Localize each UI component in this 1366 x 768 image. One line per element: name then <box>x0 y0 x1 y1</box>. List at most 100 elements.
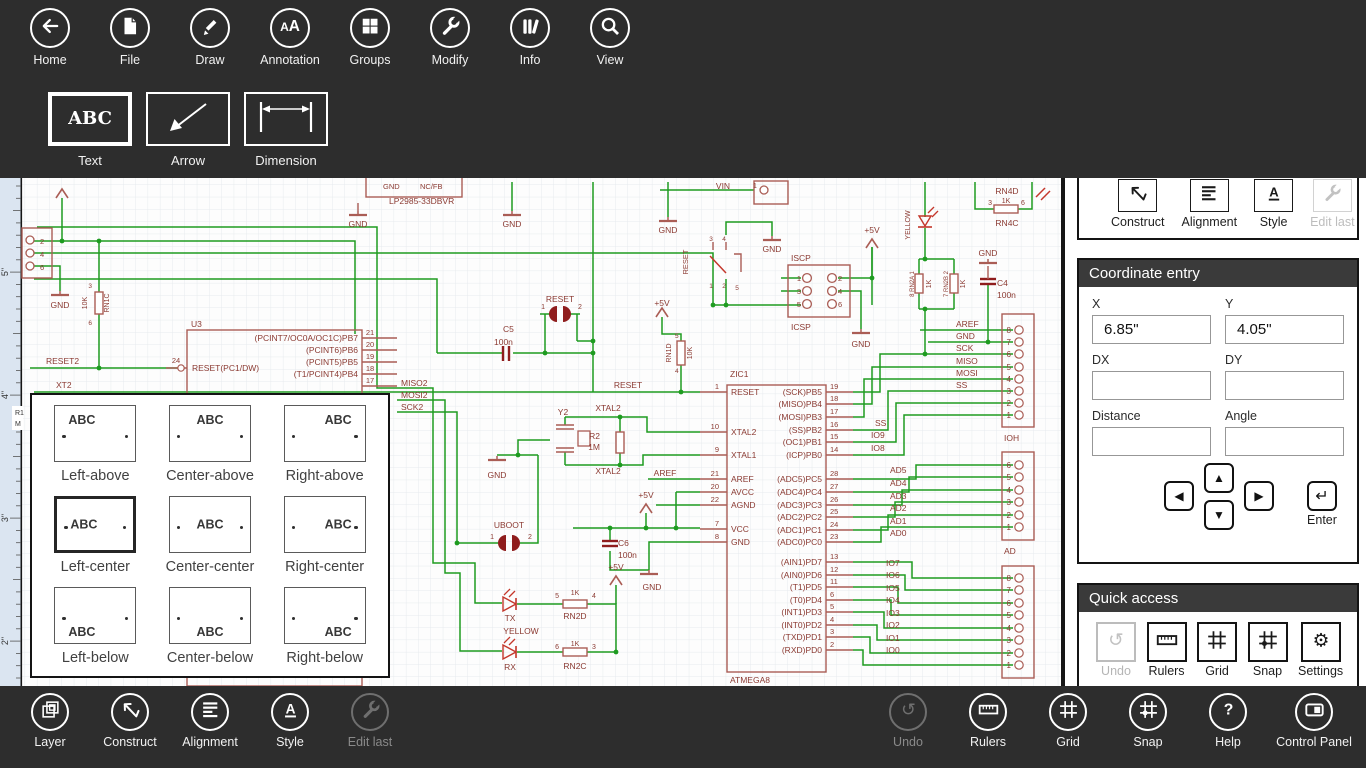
bottombar-help[interactable]: ?Help <box>1188 693 1268 749</box>
app-bar-top: HomeFileDrawAAAnnotationGroupsModifyInfo… <box>0 0 1366 178</box>
y-field-input[interactable] <box>1225 315 1344 344</box>
svg-text:(PCINT7/OC0A/OC1C)PB7: (PCINT7/OC0A/OC1C)PB7 <box>255 333 359 343</box>
svg-text:8 RN2A 1: 8 RN2A 1 <box>910 270 916 296</box>
nudge-up-button[interactable]: ▲ <box>1204 463 1234 493</box>
svg-text:R1: R1 <box>15 410 24 417</box>
svg-text:(ADC1)PC1: (ADC1)PC1 <box>777 525 822 535</box>
tab-info[interactable]: Info <box>490 8 570 67</box>
x-field-input[interactable] <box>1092 315 1211 344</box>
tool-dimension[interactable]: Dimension <box>244 92 328 168</box>
svg-text:AREF: AREF <box>731 474 754 484</box>
align-option-label: Center-above <box>166 468 254 484</box>
tool-arrow[interactable]: Arrow <box>146 92 230 168</box>
svg-text:+5V: +5V <box>638 490 654 500</box>
abc-sample: ABC <box>170 625 250 639</box>
anchor-dot <box>62 617 65 620</box>
align-option-left-center[interactable]: ABCLeft-center <box>38 490 153 581</box>
tab-file[interactable]: File <box>90 8 170 67</box>
nudge-down-button[interactable]: ▼ <box>1204 500 1234 530</box>
svg-text:RN1D: RN1D <box>666 343 673 362</box>
tool-text[interactable]: ABCText <box>48 92 132 168</box>
tab-groups[interactable]: Groups <box>330 8 410 67</box>
svg-text:ICSP: ICSP <box>791 322 811 332</box>
align-option-center-center[interactable]: ABCCenter-center <box>153 490 268 581</box>
abc-sample: ABC <box>57 517 133 531</box>
tab-draw[interactable]: Draw <box>170 8 250 67</box>
enter-button-label: Enter <box>1296 513 1348 527</box>
svg-text:5: 5 <box>675 333 679 340</box>
svg-text:1K: 1K <box>571 641 580 648</box>
align-option-center-above[interactable]: ABCCenter-above <box>153 399 268 490</box>
align-option-label: Right-center <box>285 559 364 575</box>
undo-icon: ↺ <box>898 699 919 725</box>
align-option-left-above[interactable]: ABCLeft-above <box>38 399 153 490</box>
svg-text:7: 7 <box>1007 338 1012 347</box>
svg-text:20: 20 <box>711 482 719 491</box>
bottombar-rulers[interactable]: Rulers <box>948 693 1028 749</box>
tab-annotation[interactable]: AAAnnotation <box>250 8 330 67</box>
bottombar-grid[interactable]: Grid <box>1028 693 1108 749</box>
dy-field-input[interactable] <box>1225 371 1344 400</box>
nudge-left-button[interactable]: ◀ <box>1164 481 1194 511</box>
schematic-canvas[interactable]: 5"4"3"2"87654321IOH654321AD876543211RESE… <box>0 178 1065 686</box>
svg-text:IO8: IO8 <box>871 443 885 453</box>
quick-grid[interactable]: Grid <box>1197 622 1237 678</box>
angle-field-input[interactable] <box>1225 427 1344 456</box>
bottombar-control-panel[interactable]: Control Panel <box>1268 693 1360 749</box>
anchor-dot <box>177 435 180 438</box>
align-option-label: Left-above <box>61 468 130 484</box>
tab-view[interactable]: View <box>570 8 650 67</box>
svg-text:GND: GND <box>852 339 871 349</box>
align-option-center-below[interactable]: ABCCenter-below <box>153 581 268 672</box>
dx-field-input[interactable] <box>1092 371 1211 400</box>
align-option-left-below[interactable]: ABCLeft-below <box>38 581 153 672</box>
svg-text:1M: 1M <box>588 442 600 452</box>
align-option-right-center[interactable]: ABCRight-center <box>267 490 382 581</box>
svg-text:IO3: IO3 <box>886 608 900 618</box>
side-tool-construct[interactable]: Construct <box>1111 178 1165 238</box>
bottombar-style[interactable]: AStyle <box>250 693 330 749</box>
align-option-right-above[interactable]: ABCRight-above <box>267 399 382 490</box>
side-tool-style[interactable]: AStyle <box>1254 178 1293 238</box>
bottombar-construct[interactable]: Construct <box>90 693 170 749</box>
svg-text:GND: GND <box>643 582 662 592</box>
svg-text:AD4: AD4 <box>890 478 907 488</box>
svg-text:XTAL2: XTAL2 <box>731 427 757 437</box>
svg-text:AD5: AD5 <box>890 465 907 475</box>
nudge-right-button[interactable]: ▶ <box>1244 481 1274 511</box>
layer-icon <box>40 699 61 725</box>
dimension-tool-icon <box>255 98 317 141</box>
home-icon <box>39 15 61 42</box>
svg-text:U3: U3 <box>191 319 202 329</box>
construct-icon <box>1128 183 1148 208</box>
svg-text:15: 15 <box>830 432 838 441</box>
svg-text:27: 27 <box>830 482 838 491</box>
svg-text:3: 3 <box>988 200 992 207</box>
abc-sample: ABC <box>170 517 250 531</box>
style-icon: A <box>280 699 301 725</box>
svg-text:(PCINT5)PB5: (PCINT5)PB5 <box>306 357 358 367</box>
bottombar-alignment[interactable]: Alignment <box>170 693 250 749</box>
svg-text:5: 5 <box>1007 473 1012 482</box>
quick-snap[interactable]: Snap <box>1248 622 1288 678</box>
svg-text:AA: AA <box>280 17 300 34</box>
svg-text:1K: 1K <box>960 279 967 288</box>
svg-text:RN4D: RN4D <box>995 186 1018 196</box>
bottombar-layer[interactable]: Layer <box>10 693 90 749</box>
quick-settings[interactable]: ⚙Settings <box>1298 622 1343 678</box>
side-tool-alignment[interactable]: Alignment <box>1182 178 1238 238</box>
align-option-label: Left-below <box>62 650 129 666</box>
svg-text:AD0: AD0 <box>890 528 907 538</box>
svg-text:7: 7 <box>715 519 719 528</box>
svg-text:5: 5 <box>1007 611 1012 620</box>
bottombar-snap[interactable]: Snap <box>1108 693 1188 749</box>
x-field-label: X <box>1092 297 1211 311</box>
align-option-right-below[interactable]: ABCRight-below <box>267 581 382 672</box>
svg-text:XTAL2: XTAL2 <box>595 403 621 413</box>
tab-modify[interactable]: Modify <box>410 8 490 67</box>
svg-text:IO1: IO1 <box>886 633 900 643</box>
distance-field-input[interactable] <box>1092 427 1211 456</box>
enter-button[interactable]: ↵ <box>1307 481 1337 511</box>
tab-home[interactable]: Home <box>10 8 90 67</box>
quick-rulers[interactable]: Rulers <box>1147 622 1187 678</box>
